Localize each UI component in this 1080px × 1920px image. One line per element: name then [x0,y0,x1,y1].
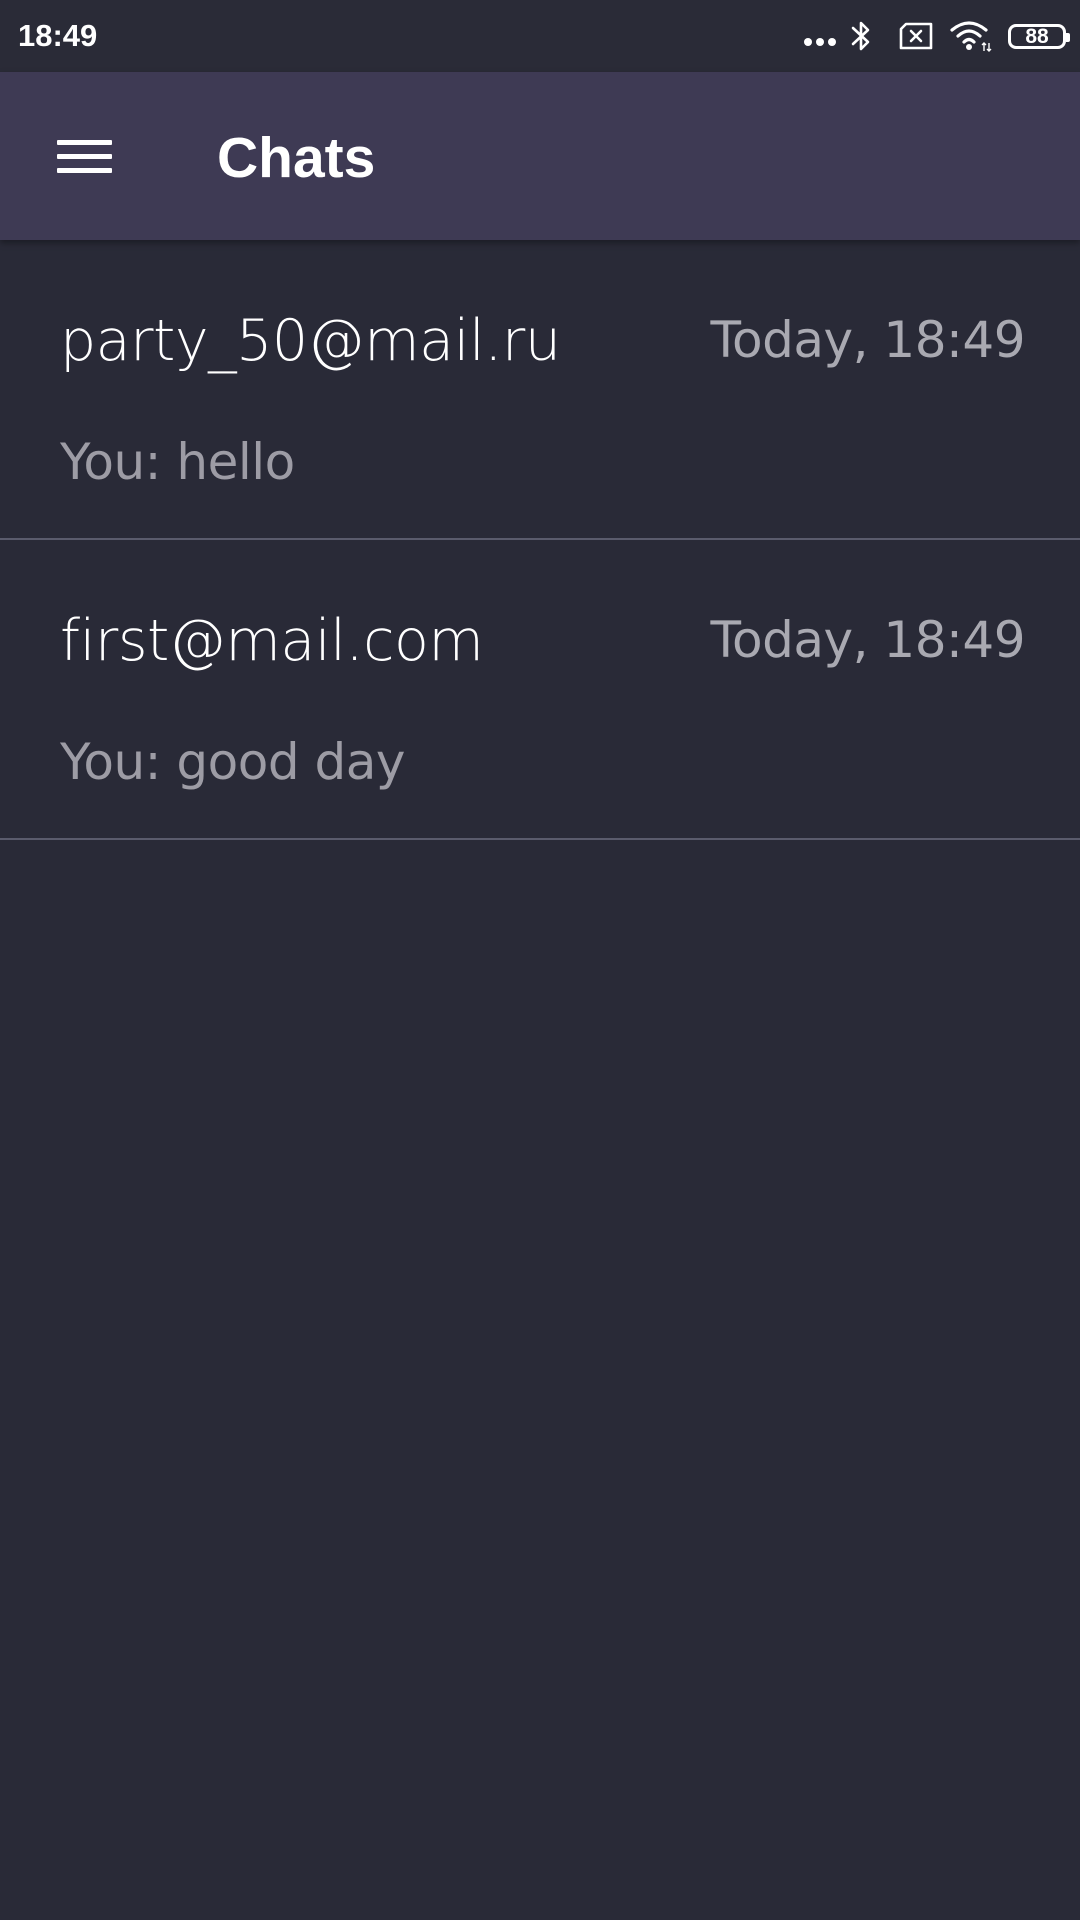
more-dots-icon [802,32,838,46]
chat-name: first@mail.com [60,608,484,674]
battery-level: 88 [1025,24,1049,48]
chat-timestamp: Today, 18:49 [710,311,1026,369]
chat-list-item[interactable]: party_50@mail.ru Today, 18:49 You: hello [0,240,1080,540]
bluetooth-icon [850,19,872,53]
sim-disabled-icon [898,22,934,50]
wifi-icon [950,19,994,53]
status-bar: 18:49 88 [0,0,1080,72]
chat-name: party_50@mail.ru [60,308,561,374]
status-time: 18:49 [18,18,98,53]
chat-timestamp: Today, 18:49 [710,611,1026,669]
battery-icon: 88 [1008,23,1070,49]
menu-button[interactable] [40,116,128,196]
chat-preview: You: good day [60,733,405,791]
status-icons: 88 [802,16,1070,56]
hamburger-menu-icon [56,131,112,182]
chat-preview: You: hello [60,433,295,491]
page-title: Chats [217,126,376,190]
app-bar: Chats [0,72,1080,240]
chat-list: party_50@mail.ru Today, 18:49 You: hello… [0,240,1080,840]
chat-list-item[interactable]: first@mail.com Today, 18:49 You: good da… [0,540,1080,840]
